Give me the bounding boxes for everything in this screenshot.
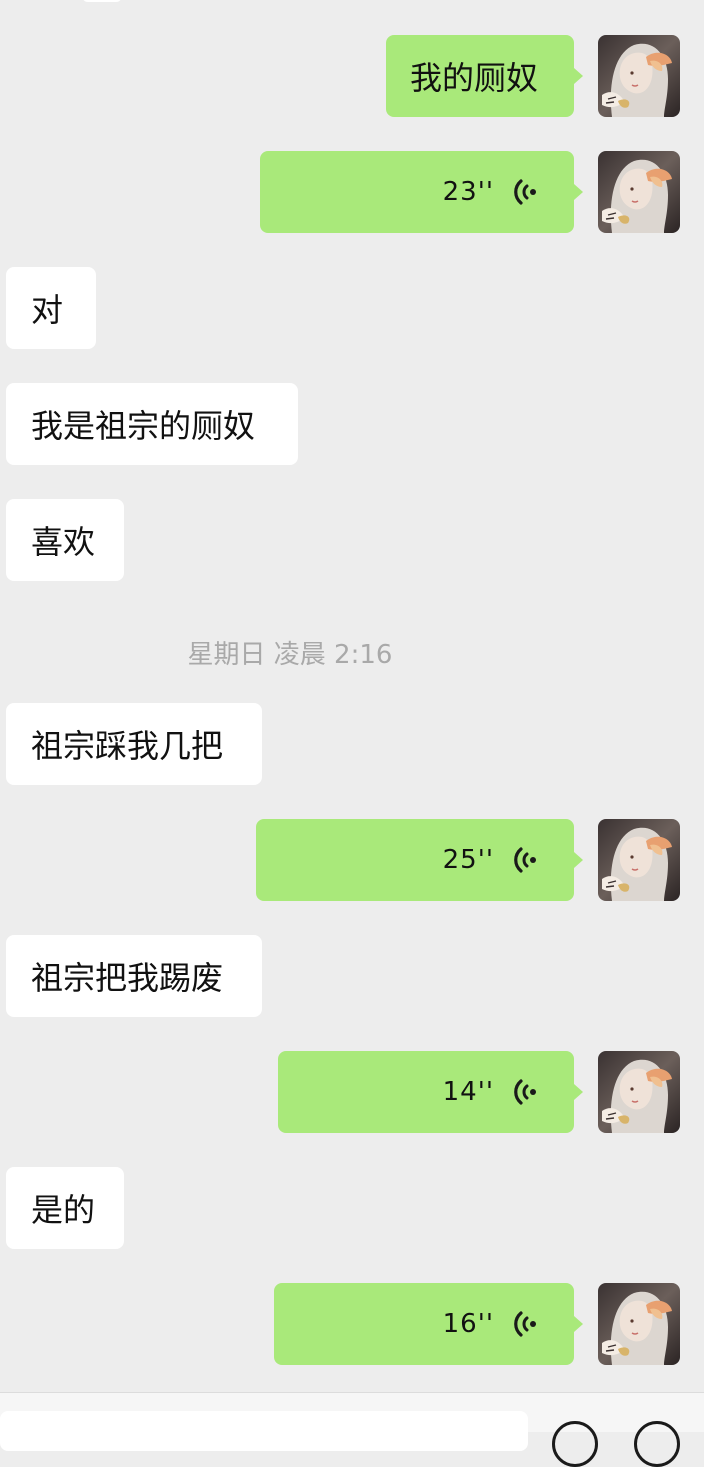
message-text: 我的厕奴 — [410, 59, 539, 97]
message-text: 我是祖宗的厕奴 — [31, 407, 256, 445]
voice-duration: 14'' — [442, 1077, 494, 1107]
incoming-text-message[interactable]: 对 — [6, 267, 96, 349]
incoming-text-message[interactable]: 我是祖宗的厕奴 — [6, 383, 298, 465]
outgoing-voice-message[interactable]: 23'' — [260, 151, 583, 233]
user-avatar[interactable] — [598, 35, 680, 117]
message-text: 喜欢 — [31, 523, 96, 561]
message-text: 对 — [31, 291, 64, 329]
voice-duration: 23'' — [442, 177, 494, 207]
chat-message-list[interactable]: 我的厕奴 23'' 对 我是祖宗的厕奴 喜欢 星期日 凌晨 2:16 祖宗踩我几… — [0, 0, 704, 1392]
chat-input-bar — [0, 1392, 704, 1467]
user-avatar[interactable] — [598, 1283, 680, 1365]
message-input[interactable] — [0, 1411, 528, 1451]
user-avatar[interactable] — [598, 151, 680, 233]
incoming-text-message[interactable]: 是的 — [6, 1167, 124, 1249]
outgoing-voice-message[interactable]: 14'' — [278, 1051, 583, 1133]
voice-wave-icon — [512, 1309, 538, 1339]
bubble-tail — [574, 184, 583, 200]
bubble-tail — [574, 1316, 583, 1332]
user-avatar[interactable] — [598, 819, 680, 901]
outgoing-voice-message[interactable]: 16'' — [274, 1283, 583, 1365]
incoming-text-message[interactable]: 祖宗把我踢废 — [6, 935, 262, 1017]
more-options-button[interactable] — [634, 1421, 680, 1467]
previous-message-fragment — [82, 0, 122, 2]
voice-duration: 25'' — [442, 845, 494, 875]
bubble-tail — [574, 852, 583, 868]
voice-wave-icon — [512, 845, 538, 875]
user-avatar[interactable] — [598, 1051, 680, 1133]
outgoing-text-message[interactable]: 我的厕奴 — [386, 35, 583, 117]
voice-wave-icon — [512, 177, 538, 207]
emoji-button[interactable] — [552, 1421, 598, 1467]
message-text: 祖宗踩我几把 — [31, 727, 224, 765]
outgoing-voice-message[interactable]: 25'' — [256, 819, 583, 901]
bubble-tail — [574, 1084, 583, 1100]
message-text: 是的 — [31, 1191, 96, 1229]
voice-wave-icon — [512, 1077, 538, 1107]
incoming-text-message[interactable]: 喜欢 — [6, 499, 124, 581]
bubble-tail — [574, 68, 583, 84]
voice-duration: 16'' — [442, 1309, 494, 1339]
chat-timestamp: 星期日 凌晨 2:16 — [187, 640, 393, 670]
message-text: 祖宗把我踢废 — [31, 959, 224, 997]
incoming-text-message[interactable]: 祖宗踩我几把 — [6, 703, 262, 785]
